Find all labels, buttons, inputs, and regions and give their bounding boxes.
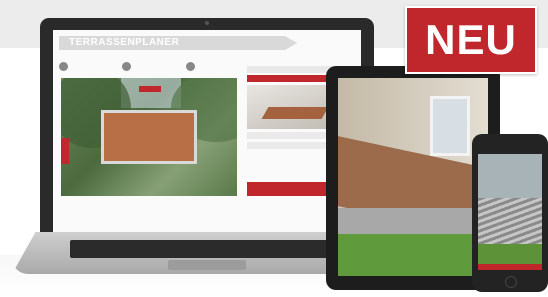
phone-screen	[478, 154, 542, 270]
phone-device	[472, 134, 548, 292]
laptop-screen: TERRASSENPLANER	[53, 30, 361, 235]
tab-icon	[185, 61, 195, 71]
dimension-tag[interactable]	[139, 86, 161, 92]
laptop-touchpad	[168, 260, 246, 270]
lawn	[338, 234, 488, 276]
side-dimension-tab[interactable]	[61, 138, 69, 164]
app-title-bar: TERRASSENPLANER	[59, 36, 297, 50]
planner-canvas[interactable]	[61, 78, 237, 196]
phone-wall	[478, 154, 542, 202]
house-window	[430, 96, 470, 156]
planner-tab[interactable]	[59, 60, 116, 72]
new-badge-label: NEU	[425, 16, 517, 63]
tab-icon	[59, 61, 68, 71]
laptop-device: TERRASSENPLANER	[40, 18, 374, 240]
terrace-deck[interactable]	[101, 110, 197, 164]
new-badge: NEU	[405, 6, 537, 74]
gravel-strip	[338, 208, 488, 236]
laptop-camera	[205, 21, 209, 25]
app-title: TERRASSENPLANER	[69, 37, 180, 48]
planner-tab[interactable]	[185, 60, 243, 72]
home-button[interactable]	[505, 276, 517, 288]
laptop-keyboard	[70, 240, 332, 258]
phone-deck	[478, 198, 542, 244]
phone-app-bar[interactable]	[478, 264, 542, 270]
tab-icon	[122, 61, 132, 71]
tablet-screen	[338, 78, 488, 276]
planner-tabs	[59, 60, 243, 72]
planner-tab[interactable]	[122, 60, 179, 72]
